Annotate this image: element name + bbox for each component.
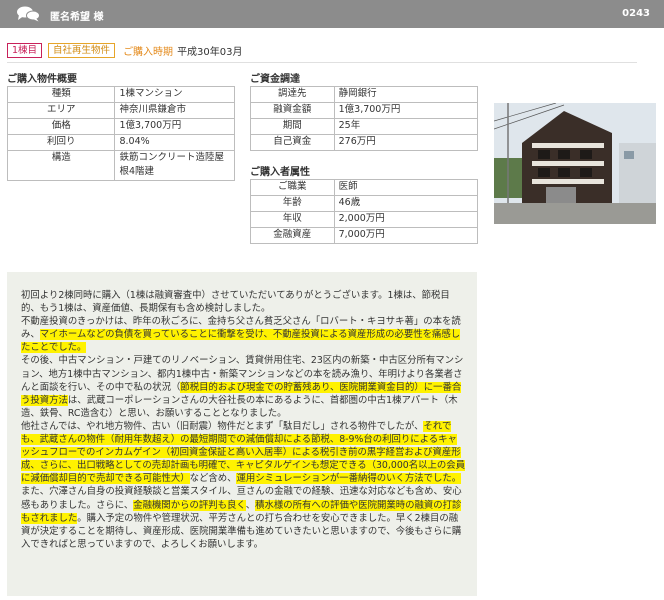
table-row: 期間 25年 [250,118,479,135]
table-row: 年齢 46歳 [250,195,479,212]
table-row: エリア 神奈川県鎌倉市 [6,102,235,119]
property-type-badge: 自社再生物件 [48,42,116,58]
table-row: 価格 1億3,700万円 [6,118,235,135]
purchase-date-label: ご購入時期 [123,46,174,58]
table-row: ご職業 医師 [250,179,479,196]
property-overview-title: ご購入物件概要 [7,74,77,85]
property-overview-table: 種類 1棟マンション エリア 神奈川県鎌倉市 価格 1億3,700万円 利回り 8.04… [6,86,235,181]
story-paragraph: 不動産投資のきっかけは、昨年の秋ごろに、金持ち父さん貧乏父さん「ロバート・キヨサ… [21,316,461,354]
table-row: 融資金額 1億3,700万円 [250,102,479,119]
table-row: 年収 2,000万円 [250,211,479,228]
customer-name: 匿名希望 様 [50,12,104,23]
table-row: 構造 鉄筋コンクリート造陸屋根4階建 [6,150,235,181]
highlight: マイホームなどの負債を買っていることに衝撃を受け、不動産投資による資産形成の必要… [21,329,461,354]
case-number: 0243 [622,8,650,19]
building-image [494,103,656,224]
divider [7,62,637,63]
funding-title: ご資金調達 [250,74,300,85]
table-row: 調達先 静岡銀行 [250,86,479,103]
funding-table: 調達先 静岡銀行 融資金額 1億3,700万円 期間 25年 自己資金 276万円 [250,86,479,151]
buyer-attributes-table: ご職業 医師 年齢 46歳 年収 2,000万円 金融資産 7,000万円 [250,179,479,244]
header-bar: 匿名希望 様 0243 [0,0,664,28]
story-paragraph: 他社さんでは、やれ地方物件、古い（旧耐震）物件だとまず「駄目だし」される物件でし… [21,420,465,485]
table-row: 利回り 8.04% [6,134,235,151]
tag-row: 1棟目 自社再生物件 ご購入時期 平成30年03月 [7,42,243,58]
story-paragraph: その後、中古マンション・戸建てのリノベーション、賃貸併用住宅、23区内の新築・中… [21,355,464,419]
property-photo [494,103,656,224]
chat-bubbles-icon [17,6,40,22]
table-row: 自己資金 276万円 [250,134,479,151]
table-row: 金融資産 7,000万円 [250,227,479,244]
highlight: 金融機関からの評判も良く [133,499,246,511]
story-paragraph: また、穴澤さん自身の投資経験談と営業スタイル、亘さんの金融での経験、迅速な対応な… [21,486,462,550]
building-count-badge: 1棟目 [7,42,43,58]
story-paragraph: 初回より2棟同時に購入（1棟は融資審査中）させていただいてありがとうございます。… [21,290,450,315]
purchase-date-value: 平成30年03月 [177,46,243,58]
testimonial-text: 初回より2棟同時に購入（1棟は融資審査中）させていただいてありがとうございます。… [7,272,477,596]
highlight: 運用シミュレーションが一番納得のいく方法でした。 [236,473,462,485]
table-row: 種類 1棟マンション [6,86,235,103]
buyer-attributes-title: ご購入者属性 [250,167,310,178]
